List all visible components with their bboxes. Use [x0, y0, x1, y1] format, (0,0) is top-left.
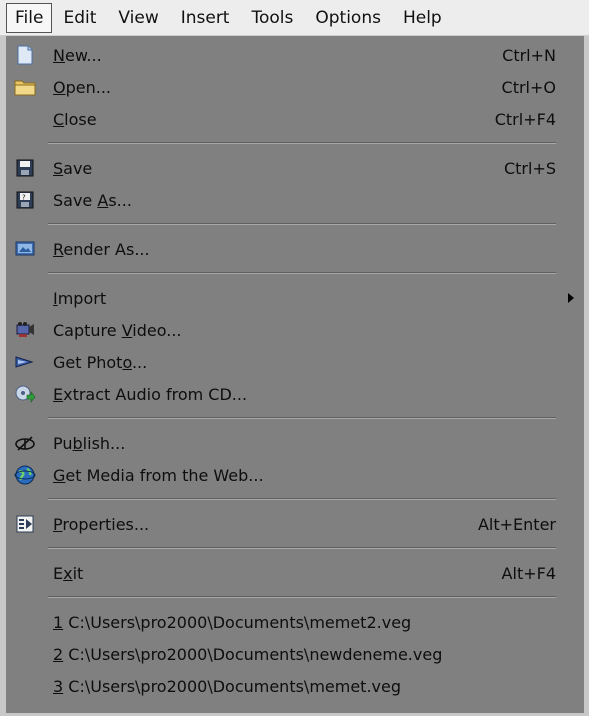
menu-item-exit[interactable]: Exit Alt+F4	[6, 557, 584, 589]
menu-item-label: Close	[53, 109, 97, 129]
menu-edit[interactable]: Edit	[52, 3, 107, 33]
recent-file-label: 3 C:\Users\pro2000\Documents\memet.veg	[53, 676, 402, 696]
menu-separator	[6, 410, 584, 427]
menu-item-label: Extract Audio from CD...	[53, 384, 248, 404]
floppy-disk-icon	[14, 158, 36, 178]
recent-file-item-3[interactable]: 3 C:\Users\pro2000\Documents\memet.veg	[6, 670, 584, 702]
get-photo-icon	[14, 352, 36, 372]
recent-file-label: 2 C:\Users\pro2000\Documents\newdeneme.v…	[53, 644, 443, 664]
folder-icon	[14, 77, 36, 97]
menu-item-label: Exit	[53, 563, 84, 583]
menu-item-label: Import	[53, 288, 107, 308]
menu-item-import[interactable]: Import	[6, 282, 584, 314]
render-icon	[14, 239, 36, 259]
file-menu-dropdown: New... Ctrl+N Open... Ctrl+O Close Ctrl+…	[0, 36, 589, 716]
menu-item-get-media[interactable]: Get Media from the Web...	[6, 459, 584, 491]
menu-item-label: Open...	[53, 77, 111, 97]
menu-item-publish[interactable]: Publish...	[6, 427, 584, 459]
menu-help[interactable]: Help	[392, 3, 453, 33]
menu-item-label: Capture Video...	[53, 320, 182, 340]
shortcut-label: Alt+Enter	[477, 514, 556, 534]
menu-insert[interactable]: Insert	[170, 3, 241, 33]
recent-file-item-2[interactable]: 2 C:\Users\pro2000\Documents\newdeneme.v…	[6, 638, 584, 670]
menu-item-label: Get Photo...	[53, 352, 148, 372]
menu-tools[interactable]: Tools	[240, 3, 304, 33]
extract-audio-icon	[14, 384, 36, 404]
menu-view[interactable]: View	[107, 3, 169, 33]
menu-item-label: Publish...	[53, 433, 126, 453]
recent-file-item-1[interactable]: 1 C:\Users\pro2000\Documents\memet2.veg	[6, 606, 584, 638]
capture-video-icon	[14, 320, 36, 340]
menu-item-open[interactable]: Open... Ctrl+O	[6, 71, 584, 103]
menu-item-save-as[interactable]: ? Save As...	[6, 184, 584, 216]
menu-item-capture-video[interactable]: Capture Video...	[6, 314, 584, 346]
save-as-icon: ?	[14, 190, 36, 210]
shortcut-label: Ctrl+O	[501, 77, 556, 97]
globe-icon	[14, 465, 36, 485]
menu-item-render-as[interactable]: Render As...	[6, 233, 584, 265]
publish-icon	[14, 433, 36, 453]
menu-item-properties[interactable]: Properties... Alt+Enter	[6, 508, 584, 540]
menu-separator	[6, 491, 584, 508]
menu-item-label: Properties...	[53, 514, 150, 534]
menu-item-extract-audio[interactable]: Extract Audio from CD...	[6, 378, 584, 410]
menu-separator	[6, 216, 584, 233]
menu-separator	[6, 135, 584, 152]
submenu-arrow-icon	[568, 293, 574, 303]
recent-file-label: 1 C:\Users\pro2000\Documents\memet2.veg	[53, 612, 412, 632]
menu-item-label: Save	[53, 158, 93, 178]
menu-item-label: Save As...	[53, 190, 132, 210]
menu-bar: File Edit View Insert Tools Options Help	[0, 0, 589, 36]
shortcut-label: Ctrl+F4	[494, 109, 556, 129]
menu-separator	[6, 265, 584, 282]
menu-separator	[6, 540, 584, 557]
shortcut-label: Ctrl+N	[502, 45, 556, 65]
shortcut-label: Ctrl+S	[503, 158, 556, 178]
menu-item-new[interactable]: New... Ctrl+N	[6, 39, 584, 71]
new-document-icon	[14, 45, 36, 65]
menu-options[interactable]: Options	[304, 3, 392, 33]
menu-separator	[6, 589, 584, 606]
properties-icon	[14, 514, 36, 534]
menu-item-close[interactable]: Close Ctrl+F4	[6, 103, 584, 135]
menu-file[interactable]: File	[6, 2, 53, 33]
menu-item-label: Render As...	[53, 239, 150, 259]
svg-text:?: ?	[22, 194, 26, 202]
menu-item-label: New...	[53, 45, 102, 65]
menu-item-label: Get Media from the Web...	[53, 465, 264, 485]
menu-item-save[interactable]: Save Ctrl+S	[6, 152, 584, 184]
shortcut-label: Alt+F4	[501, 563, 556, 583]
menu-item-get-photo[interactable]: Get Photo...	[6, 346, 584, 378]
